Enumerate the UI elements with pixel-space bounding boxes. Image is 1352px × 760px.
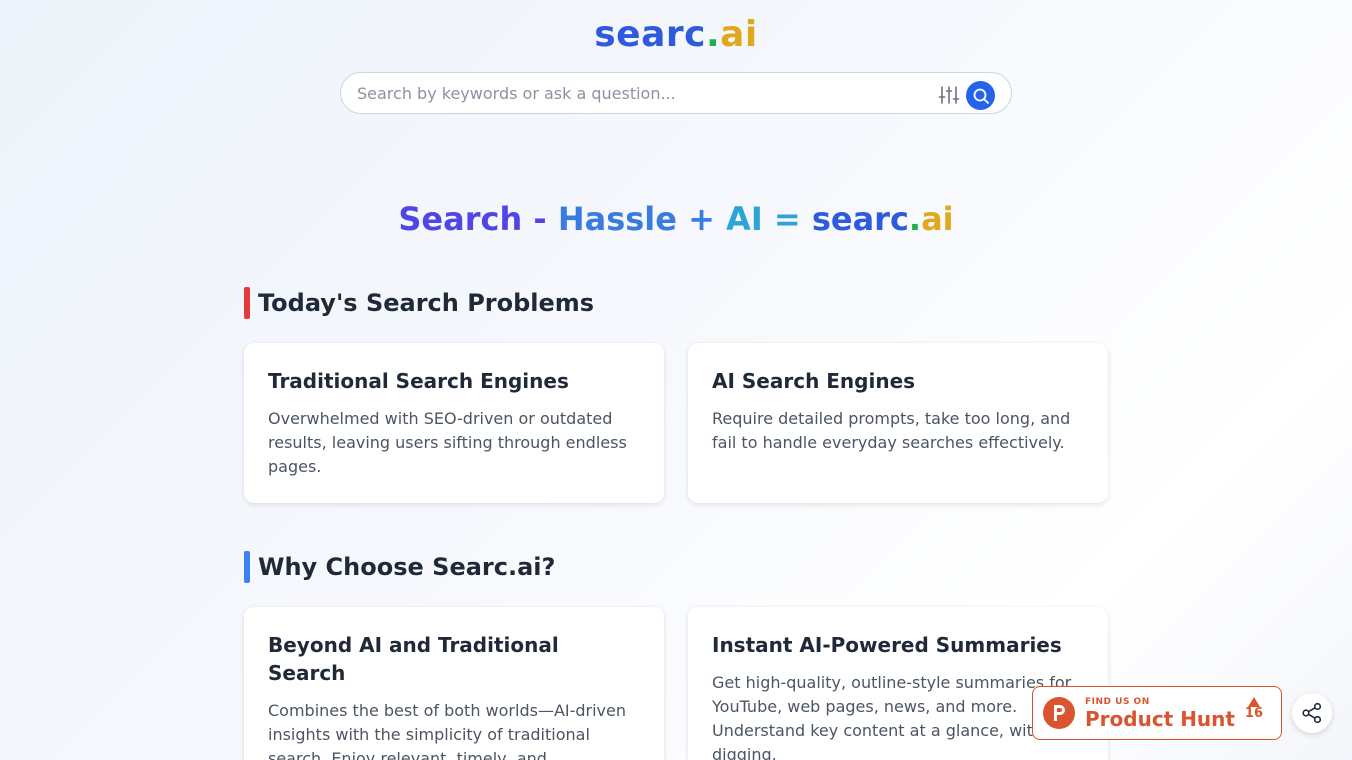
site-logo[interactable]: searc.ai (0, 14, 1352, 55)
product-hunt-icon (1043, 697, 1075, 729)
card-title: Traditional Search Engines (268, 369, 569, 393)
hero-plus: + (676, 200, 727, 238)
section-title-why: Why Choose Searc.ai? (244, 551, 555, 583)
section-accent-bar (244, 551, 250, 583)
section-accent-bar (244, 287, 250, 319)
search-bar (340, 72, 1012, 114)
share-button[interactable] (1292, 693, 1332, 733)
product-hunt-small-label: FIND US ON (1085, 696, 1150, 707)
card-text: Require detailed prompts, take too long,… (712, 409, 1071, 452)
upvote-count: 16 (1244, 706, 1263, 721)
section-title-text: Today's Search Problems (258, 289, 595, 317)
section-title-problems: Today's Search Problems (244, 287, 594, 319)
hero-ai: AI (726, 200, 763, 238)
card-text: Overwhelmed with SEO-driven or outdated … (268, 409, 627, 476)
why-card-beyond: Beyond AI and Traditional Search Combine… (244, 607, 664, 760)
page: searc.ai Search - Has (0, 0, 1352, 760)
search-icon (973, 88, 989, 104)
problem-card-traditional: Traditional Search Engines Overwhelmed w… (244, 343, 664, 503)
logo-dot: . (705, 14, 721, 55)
card-title: Beyond AI and Traditional Search (268, 633, 559, 685)
card-title: Instant AI-Powered Summaries (712, 633, 1062, 657)
hero-minus: - (522, 200, 558, 238)
card-text: Combines the best of both worlds—AI-driv… (268, 701, 627, 760)
search-submit-button[interactable] (966, 81, 995, 110)
logo-part-ai: ai (720, 14, 758, 55)
upvote-counter: 16 (1245, 697, 1263, 721)
hero-brand-searc: searc (811, 200, 909, 238)
search-input[interactable] (341, 73, 921, 113)
hero-brand-dot: . (908, 200, 922, 238)
section-title-text: Why Choose Searc.ai? (258, 553, 556, 581)
product-hunt-label: Product Hunt (1085, 706, 1235, 731)
card-text: Get high-quality, outline-style summarie… (712, 673, 1072, 760)
hero-brand-ai: ai (921, 200, 954, 238)
share-icon (1302, 702, 1322, 724)
product-hunt-badge[interactable]: FIND US ON Product Hunt 16 (1032, 686, 1282, 740)
hero-tagline: Search - Hassle + AI = searc.ai (0, 200, 1352, 238)
hero-equals: = (762, 200, 812, 238)
logo-part-searc: searc (594, 14, 706, 55)
problem-card-ai: AI Search Engines Require detailed promp… (688, 343, 1108, 503)
hero-search: Search (398, 200, 523, 238)
hero-hassle: Hassle (557, 200, 677, 238)
card-title: AI Search Engines (712, 369, 916, 393)
sliders-icon[interactable] (937, 84, 961, 106)
